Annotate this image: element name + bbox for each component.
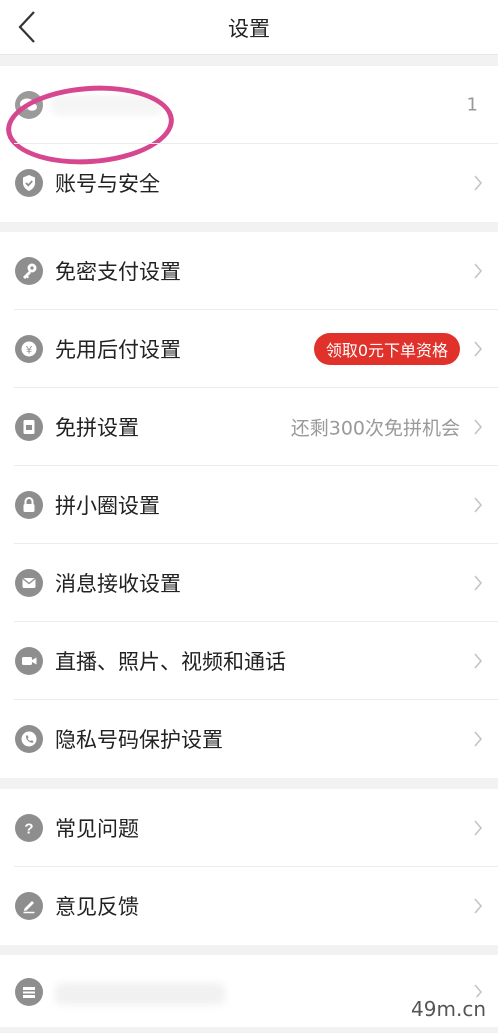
chevron-right-icon xyxy=(474,263,483,279)
help-group: ? 常见问题 意见反馈 xyxy=(0,789,498,945)
video-camera-icon xyxy=(15,647,43,675)
settings-row-message[interactable]: 消息接收设置 xyxy=(0,544,498,622)
row-label: 账号与安全 xyxy=(55,172,160,196)
settings-row-feedback[interactable]: 意见反馈 xyxy=(0,867,498,945)
chevron-right-icon xyxy=(474,175,483,191)
row-label: 意见反馈 xyxy=(55,895,139,919)
key-icon xyxy=(15,257,43,285)
question-mark-icon: ? xyxy=(15,814,43,842)
nav-bar: 设置 xyxy=(0,0,498,55)
settings-row-pay-later[interactable]: ¥ 先用后付设置 领取0元下单资格 xyxy=(0,310,498,388)
row-label: 常见问题 xyxy=(55,817,139,841)
settings-row-live-media[interactable]: 直播、照片、视频和通话 xyxy=(0,622,498,700)
settings-row-privacy-number[interactable]: 隐私号码保护设置 xyxy=(0,700,498,778)
row-label: 先用后付设置 xyxy=(55,338,181,362)
pencil-icon xyxy=(15,892,43,920)
settings-row-account-security[interactable]: 账号与安全 xyxy=(0,144,498,222)
chevron-right-icon xyxy=(474,820,483,836)
account-row[interactable]: 1 xyxy=(0,66,498,170)
row-label: 免拼设置 xyxy=(55,416,139,440)
shield-icon xyxy=(15,169,43,197)
row-label: 拼小圈设置 xyxy=(55,494,160,518)
envelope-icon xyxy=(15,569,43,597)
settings-row-circle[interactable]: 拼小圈设置 xyxy=(0,466,498,544)
row-label: 免密支付设置 xyxy=(55,260,181,284)
row-label: 直播、照片、视频和通话 xyxy=(55,650,286,674)
phone-icon xyxy=(15,725,43,753)
row-label: 消息接收设置 xyxy=(55,572,181,596)
chevron-right-icon xyxy=(474,419,483,435)
page-title: 设置 xyxy=(228,17,270,41)
store-icon xyxy=(15,978,43,1006)
chevron-right-icon xyxy=(474,898,483,914)
svg-text:¥: ¥ xyxy=(25,345,33,357)
settings-row-faq[interactable]: ? 常见问题 xyxy=(0,789,498,867)
promo-badge[interactable]: 领取0元下单资格 xyxy=(313,333,460,365)
settings-row-redacted[interactable] xyxy=(0,955,498,1033)
account-count: 1 xyxy=(466,94,478,116)
watermark-text: 49m.cn xyxy=(407,997,490,1021)
chevron-right-icon xyxy=(474,341,483,357)
chevron-right-icon xyxy=(474,731,483,747)
chevron-right-icon xyxy=(474,653,483,669)
chevron-right-icon xyxy=(474,497,483,513)
svg-text:?: ? xyxy=(24,821,33,838)
row-label: 隐私号码保护设置 xyxy=(55,728,223,752)
remaining-count-text: 还剩300次免拼机会 xyxy=(290,417,460,440)
coin-badge-icon: ¥ xyxy=(15,335,43,363)
redacted-label xyxy=(55,983,225,1005)
settings-row-password-free-payment[interactable]: 免密支付设置 xyxy=(0,232,498,310)
document-icon xyxy=(15,413,43,441)
payment-privacy-group: 免密支付设置 ¥ 先用后付设置 领取0元下单资格 免拼设置 还剩300次免拼机会 xyxy=(0,232,498,778)
account-group: 1 账号与安全 xyxy=(0,66,498,222)
settings-row-group-free[interactable]: 免拼设置 还剩300次免拼机会 xyxy=(0,388,498,466)
chevron-right-icon xyxy=(474,575,483,591)
lock-icon xyxy=(15,491,43,519)
